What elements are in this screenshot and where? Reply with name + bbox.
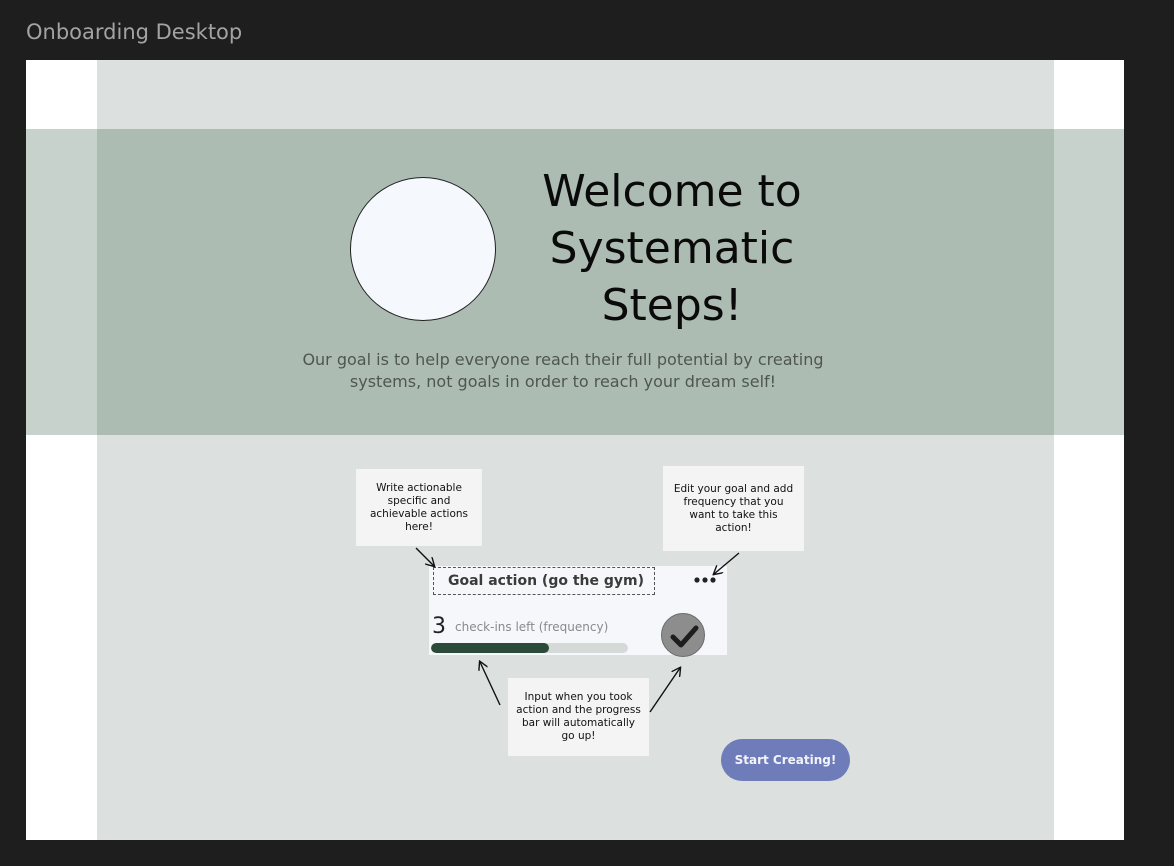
ellipsis-icon[interactable] (694, 575, 716, 585)
onboarding-canvas: Welcome to Systematic Steps! Our goal is… (26, 60, 1124, 840)
hero-band: Welcome to Systematic Steps! Our goal is… (26, 129, 1124, 435)
check-in-button[interactable] (661, 613, 705, 657)
logo-placeholder-circle (350, 177, 496, 321)
welcome-title-line: Systematic (549, 223, 795, 274)
edit-tip-note: Edit your goal and add frequency that yo… (663, 466, 804, 551)
frame-label: Onboarding Desktop (26, 20, 243, 44)
action-tip-note: Write actionable specific and achievable… (356, 469, 482, 546)
welcome-title: Welcome to Systematic Steps! (532, 163, 812, 334)
checkmark-icon (670, 625, 699, 648)
input-tip-note: Input when you took action and the progr… (508, 678, 649, 756)
checkins-count: 3 (432, 614, 446, 639)
goal-title-field[interactable]: Goal action (go the gym) (433, 567, 655, 595)
progress-bar-fill (431, 643, 550, 653)
hero-section: Welcome to Systematic Steps! Our goal is… (97, 129, 1054, 435)
start-creating-button[interactable]: Start Creating! (721, 739, 850, 781)
welcome-title-line: Welcome to (542, 166, 802, 217)
goal-card: Goal action (go the gym) 3 check-ins lef… (429, 566, 727, 657)
checkins-label: check-ins left (frequency) (455, 620, 609, 634)
welcome-subtitle: Our goal is to help everyone reach their… (302, 350, 824, 391)
welcome-title-line: Steps! (601, 280, 743, 331)
progress-bar (431, 643, 628, 653)
